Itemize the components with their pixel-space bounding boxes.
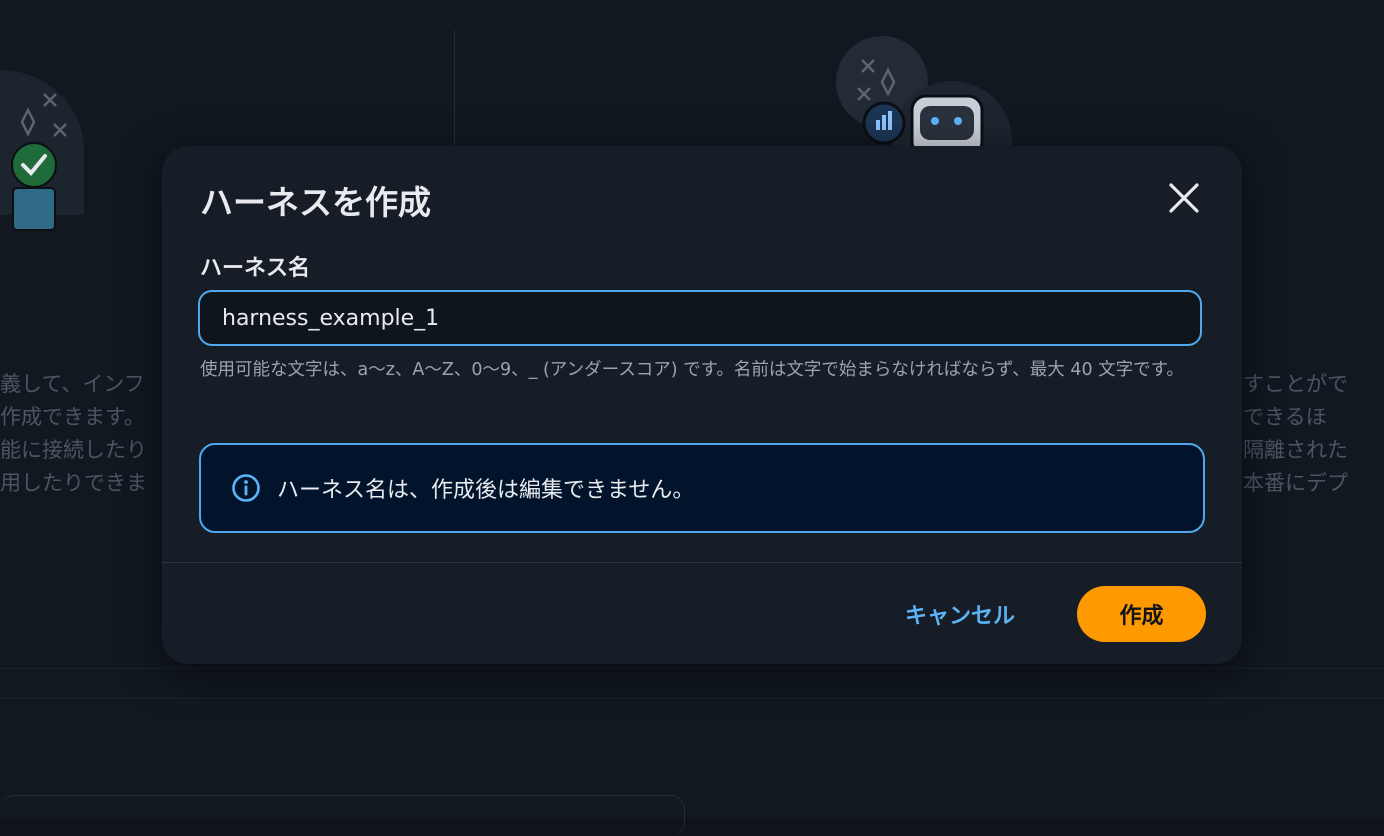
background-description-left: 義して、インフ 作成できます。 能に接続したり 用したりできま <box>0 372 147 495</box>
harness-name-input[interactable] <box>198 290 1202 346</box>
background-divider <box>454 30 455 150</box>
close-button[interactable] <box>1162 176 1206 220</box>
background-separator <box>0 698 1384 699</box>
close-icon <box>1169 183 1199 213</box>
dialog-title: ハーネスを作成 <box>200 183 431 222</box>
create-harness-dialog: ハーネスを作成 ハーネス名 使用可能な文字は、a〜z、A〜Z、0〜9、_ (アン… <box>162 146 1242 664</box>
background-card <box>0 795 685 836</box>
background-separator <box>0 668 1384 669</box>
harness-name-label: ハーネス名 <box>200 256 311 281</box>
create-button[interactable]: 作成 <box>1077 586 1206 642</box>
dialog-footer-divider <box>162 562 1242 563</box>
harness-name-hint: 使用可能な文字は、a〜z、A〜Z、0〜9、_ (アンダースコア) です。名前は文… <box>200 360 1184 380</box>
info-alert: ハーネス名は、作成後は編集できません。 <box>199 443 1205 533</box>
background-description-right: すことがで できるほ 隔離された 本番にデプ <box>1243 372 1348 495</box>
cancel-button[interactable]: キャンセル <box>874 586 1046 642</box>
info-icon <box>232 474 260 502</box>
robot-illustration <box>836 36 1012 156</box>
info-alert-text: ハーネス名は、作成後は編集できません。 <box>277 478 695 503</box>
left-illustration <box>0 70 84 231</box>
